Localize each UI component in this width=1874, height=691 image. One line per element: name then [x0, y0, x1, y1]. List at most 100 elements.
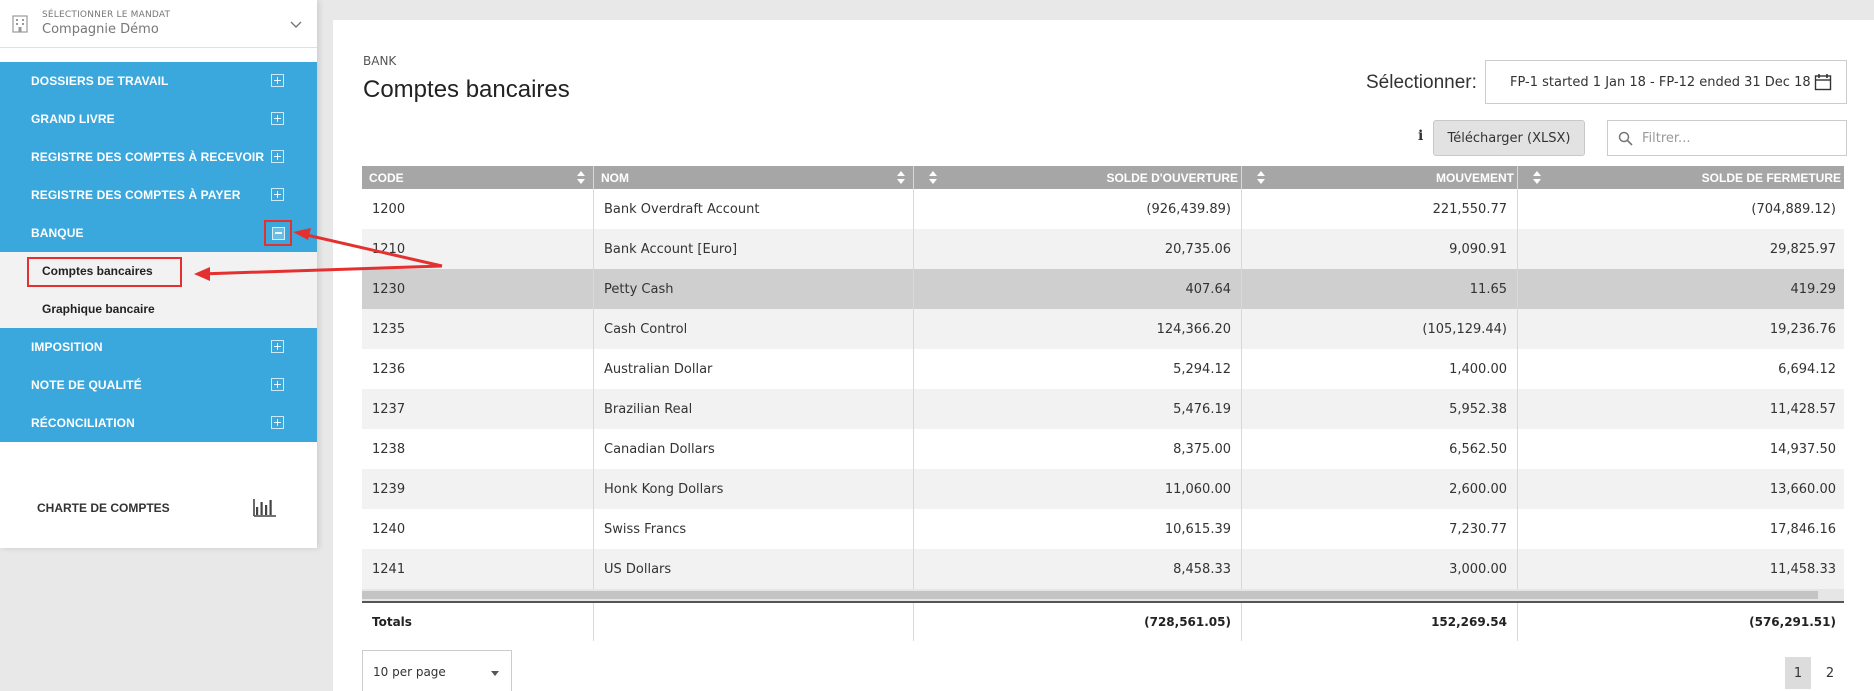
sidebar: SÉLECTIONNER LE MANDAT Compagnie Démo DO…	[0, 0, 317, 548]
filter-placeholder: Filtrer...	[1642, 130, 1691, 146]
sort-icon[interactable]	[1257, 171, 1265, 184]
cell-solde-fermeture: 29,825.97	[1769, 241, 1836, 257]
expand-plus-icon[interactable]	[271, 416, 284, 429]
chevron-down-icon[interactable]	[289, 16, 303, 30]
charte-label: CHARTE DE COMPTES	[37, 501, 170, 515]
sort-icon[interactable]	[1533, 171, 1541, 184]
expand-plus-icon[interactable]	[271, 112, 284, 125]
nav-item-label: GRAND LIVRE	[31, 112, 115, 126]
cell-code: 1238	[362, 429, 594, 469]
sub-item-graphique-bancaire[interactable]: Graphique bancaire	[0, 290, 317, 328]
cell-mouvement: 6,562.50	[1242, 429, 1518, 469]
cell-code: 1200	[362, 189, 594, 229]
cell-solde-fermeture: 419.29	[1790, 281, 1837, 297]
nav-item-label: DOSSIERS DE TRAVAIL	[31, 74, 169, 88]
col-header-nom[interactable]: NOM	[594, 166, 914, 189]
expand-plus-icon[interactable]	[271, 340, 284, 353]
cell-mouvement: 3,000.00	[1242, 549, 1518, 589]
page-button-2[interactable]: 2	[1817, 657, 1843, 689]
mandat-value: Compagnie Démo	[42, 22, 159, 37]
nav-item-label: REGISTRE DES COMPTES À PAYER	[31, 188, 241, 202]
totals-opening: (728,561.05)	[914, 603, 1242, 641]
nav-item-label: RÉCONCILIATION	[31, 416, 135, 430]
collapse-minus-icon[interactable]	[271, 226, 285, 240]
cell-nom: Bank Overdraft Account	[594, 189, 914, 229]
table-row[interactable]: 1236 Australian Dollar 5,294.12 1,400.00 6,6…	[362, 349, 1844, 389]
table-row[interactable]: 1230 Petty Cash 407.64 11.65 419.29	[362, 269, 1844, 309]
table-row[interactable]: 1241 US Dollars 8,458.33 3,000.00 11,458.33	[362, 549, 1844, 589]
period-selector[interactable]: FP-1 started 1 Jan 18 - FP-12 ended 31 D…	[1485, 60, 1847, 104]
scrollbar-thumb[interactable]	[362, 591, 1818, 599]
sort-icon[interactable]	[577, 171, 585, 184]
cell-nom: Cash Control	[594, 309, 914, 349]
cell-code: 1235	[362, 309, 594, 349]
col-header-code[interactable]: CODE	[362, 166, 594, 189]
bar-chart-icon[interactable]	[253, 498, 277, 518]
cell-nom: Bank Account [Euro]	[594, 229, 914, 269]
nav-item-note-qualite[interactable]: NOTE DE QUALITÉ	[0, 366, 317, 404]
table-row[interactable]: 1238 Canadian Dollars 8,375.00 6,562.50 14,9…	[362, 429, 1844, 469]
cell-solde-fermeture: 11,458.33	[1769, 561, 1836, 577]
expand-plus-icon[interactable]	[271, 378, 284, 391]
sort-icon[interactable]	[897, 171, 905, 184]
cell-mouvement: 2,600.00	[1242, 469, 1518, 509]
col-header-label: MOUVEMENT	[1436, 170, 1514, 185]
table-row[interactable]: 1239 Honk Kong Dollars 11,060.00 2,600.00 13…	[362, 469, 1844, 509]
table-row[interactable]: 1237 Brazilian Real 5,476.19 5,952.38 11,428…	[362, 389, 1844, 429]
cell-mouvement: (105,129.44)	[1242, 309, 1518, 349]
nav-item-reconciliation[interactable]: RÉCONCILIATION	[0, 404, 317, 442]
col-header-solde-ouverture[interactable]: SOLDE D'OUVERTURE	[914, 166, 1242, 189]
per-page-select[interactable]: 10 per page	[362, 650, 512, 691]
cell-solde-ouverture: 124,366.20	[914, 309, 1242, 349]
col-header-label: SOLDE D'OUVERTURE	[1106, 170, 1238, 185]
totals-empty-cell	[594, 603, 914, 641]
totals-label: Totals	[362, 603, 594, 641]
col-header-solde-fermeture[interactable]: SOLDE DE FERMETURE	[1518, 166, 1844, 189]
cell-code: 1230	[362, 269, 594, 309]
table-row[interactable]: 1200 Bank Overdraft Account (926,439.89) 22…	[362, 189, 1844, 229]
cell-solde-ouverture: 11,060.00	[914, 469, 1242, 509]
period-value: FP-1 started 1 Jan 18 - FP-12 ended 31 D…	[1510, 74, 1811, 90]
table-row[interactable]: 1235 Cash Control 124,366.20 (105,129.44) 19…	[362, 309, 1844, 349]
mandat-selector[interactable]: SÉLECTIONNER LE MANDAT Compagnie Démo	[0, 0, 317, 48]
expand-plus-icon[interactable]	[271, 150, 284, 163]
nav-item-imposition[interactable]: IMPOSITION	[0, 328, 317, 366]
cell-solde-ouverture: (926,439.89)	[914, 189, 1242, 229]
cell-mouvement: 5,952.38	[1242, 389, 1518, 429]
cell-mouvement: 9,090.91	[1242, 229, 1518, 269]
charte-de-comptes-link[interactable]: CHARTE DE COMPTES	[0, 468, 317, 548]
sort-icon[interactable]	[929, 171, 937, 184]
cell-solde-ouverture: 8,375.00	[914, 429, 1242, 469]
nav-item-grand-livre[interactable]: GRAND LIVRE	[0, 100, 317, 138]
table-header: CODE NOM SOLDE D'OUVERTURE MOUVEMENT SOL…	[362, 166, 1844, 189]
sub-item-label: Graphique bancaire	[42, 302, 155, 316]
page-button-1[interactable]: 1	[1785, 657, 1811, 689]
nav-item-comptes-recevoir[interactable]: REGISTRE DES COMPTES À RECEVOIR	[0, 138, 317, 176]
period-select-label: Sélectionner:	[1366, 72, 1477, 93]
info-icon[interactable]: i	[1418, 128, 1423, 144]
totals-row: Totals (728,561.05) 152,269.54 (576,291.…	[362, 601, 1844, 641]
horizontal-scrollbar[interactable]	[362, 589, 1844, 601]
cell-solde-ouverture: 5,476.19	[914, 389, 1242, 429]
expand-plus-icon[interactable]	[271, 74, 284, 87]
cell-code: 1210	[362, 229, 594, 269]
col-header-mouvement[interactable]: MOUVEMENT	[1242, 166, 1518, 189]
cell-nom: Petty Cash	[594, 269, 914, 309]
download-xlsx-button[interactable]: Télécharger (XLSX)	[1433, 120, 1585, 156]
table-row[interactable]: 1210 Bank Account [Euro] 20,735.06 9,090.91…	[362, 229, 1844, 269]
totals-movement: 152,269.54	[1242, 603, 1518, 641]
nav-item-comptes-payer[interactable]: REGISTRE DES COMPTES À PAYER	[0, 176, 317, 214]
nav-item-dossiers[interactable]: DOSSIERS DE TRAVAIL	[0, 62, 317, 100]
col-header-label: NOM	[601, 170, 629, 185]
nav-item-label: NOTE DE QUALITÉ	[31, 378, 142, 392]
expand-plus-icon[interactable]	[271, 188, 284, 201]
table-row[interactable]: 1240 Swiss Francs 10,615.39 7,230.77 17,846.…	[362, 509, 1844, 549]
cell-code: 1237	[362, 389, 594, 429]
nav-item-banque[interactable]: BANQUE	[0, 214, 317, 252]
cell-mouvement: 7,230.77	[1242, 509, 1518, 549]
pagination: 1 2	[1785, 657, 1843, 689]
cell-nom: Swiss Francs	[594, 509, 914, 549]
caret-down-icon	[491, 671, 499, 676]
filter-input[interactable]: Filtrer...	[1607, 120, 1847, 156]
calendar-icon[interactable]	[1814, 73, 1832, 91]
